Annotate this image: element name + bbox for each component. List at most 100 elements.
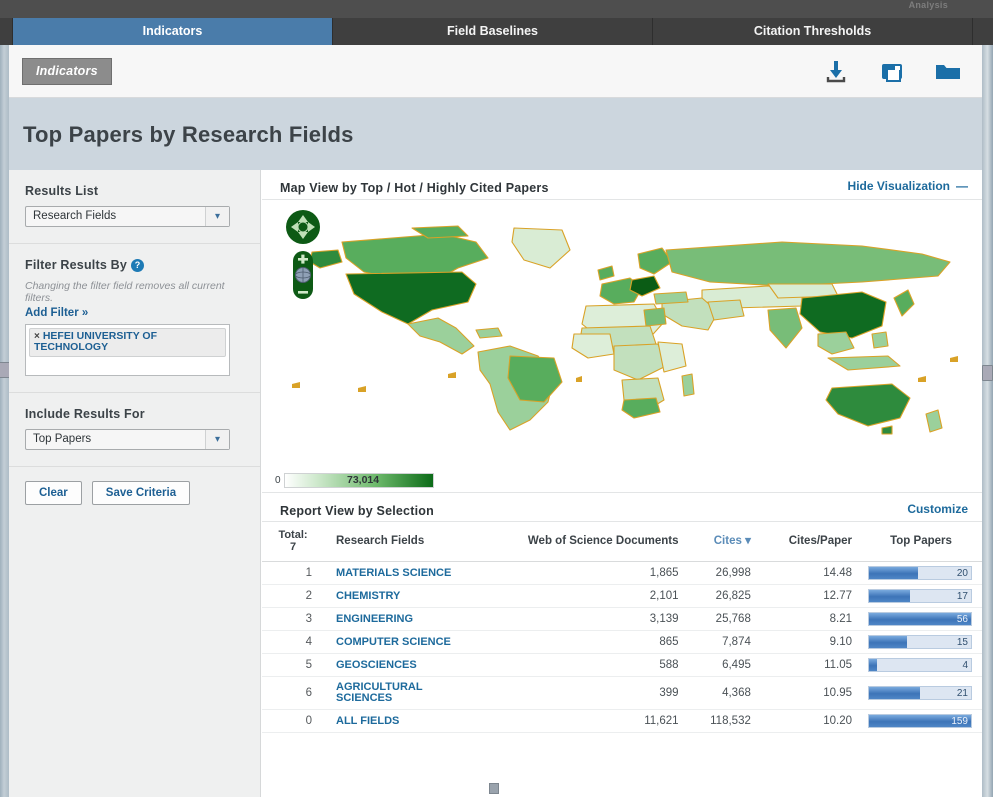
top-papers-value: 20 (957, 567, 968, 581)
world-map-visualization[interactable]: 0 73,014 (262, 200, 982, 492)
include-results-select[interactable]: Top Papers ▾ (25, 429, 230, 450)
top-papers-bar: 159 (868, 714, 972, 728)
row-rank: 5 (262, 654, 324, 677)
clear-button[interactable]: Clear (25, 481, 82, 505)
row-documents: 3,139 (474, 608, 687, 631)
row-cites-per-paper: 12.77 (759, 585, 860, 608)
left-scroll-rail[interactable] (0, 0, 9, 797)
column-research-fields[interactable]: Research Fields (324, 522, 474, 562)
top-papers-bar: 15 (868, 635, 972, 649)
collapse-dash-icon: — (956, 179, 968, 193)
bottom-scroll-marker[interactable] (489, 783, 499, 794)
results-list-select[interactable]: Research Fields ▾ (25, 206, 230, 227)
save-criteria-button[interactable]: Save Criteria (92, 481, 190, 505)
table-row[interactable]: 3ENGINEERING3,13925,7688.2156 (262, 608, 982, 631)
row-research-field[interactable]: ENGINEERING (324, 608, 474, 631)
breadcrumb-indicators[interactable]: Indicators (22, 58, 112, 85)
row-top-papers: 159 (860, 710, 982, 733)
toolbar-actions (820, 55, 964, 87)
row-rank: 3 (262, 608, 324, 631)
add-filter-link[interactable]: Add Filter » (25, 307, 244, 319)
help-icon[interactable]: ? (131, 259, 144, 272)
report-section-header: Report View by Selection Customize (262, 492, 982, 522)
row-research-field[interactable]: MATERIALS SCIENCE (324, 562, 474, 585)
table-row[interactable]: 0ALL FIELDS11,621118,53210.20159 (262, 710, 982, 733)
table-row[interactable]: 2CHEMISTRY2,10126,82512.7717 (262, 585, 982, 608)
row-documents: 11,621 (474, 710, 687, 733)
tab-citation-thresholds[interactable]: Citation Thresholds (653, 18, 973, 45)
pan-control-icon (286, 210, 320, 244)
filter-chip[interactable]: ×HEFEI UNIVERSITY OF TECHNOLOGY (29, 328, 226, 357)
world-map-svg[interactable] (262, 206, 982, 456)
row-rank: 1 (262, 562, 324, 585)
row-cites-per-paper: 9.10 (759, 631, 860, 654)
column-cites-per-paper[interactable]: Cites/Paper (759, 522, 860, 562)
tab-bar-left-spacer (0, 18, 13, 45)
filter-results-heading-text: Filter Results By (25, 258, 127, 272)
download-button[interactable] (820, 55, 852, 87)
filter-hint-text: Changing the filter field removes all cu… (25, 280, 244, 304)
add-to-folder-icon (933, 57, 963, 85)
map-legend: 0 73,014 (275, 473, 434, 488)
legend-min-value: 0 (275, 475, 281, 486)
hide-visualization-label: Hide Visualization (848, 179, 950, 193)
breadcrumb-toolbar-row: Indicators (9, 45, 982, 98)
download-icon (822, 57, 850, 85)
report-table-head: Total: 7 Research Fields Web of Science … (262, 522, 982, 562)
map-nav-svg[interactable] (283, 207, 323, 303)
row-rank: 2 (262, 585, 324, 608)
column-cites-label: Cites (714, 535, 742, 547)
top-strip-partial-label: Analysis (909, 0, 948, 10)
tab-field-baselines[interactable]: Field Baselines (333, 18, 653, 45)
row-research-field[interactable]: COMPUTER SCIENCE (324, 631, 474, 654)
sort-descending-icon: ▾ (745, 535, 751, 547)
row-top-papers: 20 (860, 562, 982, 585)
right-scroll-rail[interactable] (982, 0, 993, 797)
filter-results-heading: Filter Results By? (25, 258, 244, 272)
table-header-row: Total: 7 Research Fields Web of Science … (262, 522, 982, 562)
right-rail-handle[interactable] (982, 365, 993, 381)
top-papers-bar-fill (869, 567, 918, 579)
main-tab-bar: Indicators Field Baselines Citation Thre… (0, 18, 993, 45)
top-papers-bar-fill (869, 590, 910, 602)
total-count-header: Total: 7 (262, 522, 324, 562)
customize-link[interactable]: Customize (907, 502, 968, 516)
row-cites-per-paper: 11.05 (759, 654, 860, 677)
row-top-papers: 15 (860, 631, 982, 654)
map-navigation-controls[interactable] (283, 207, 323, 308)
column-documents[interactable]: Web of Science Documents (474, 522, 687, 562)
table-row[interactable]: 1MATERIALS SCIENCE1,86526,99814.4820 (262, 562, 982, 585)
application-window: Analysis Indicators Field Baselines Cita… (0, 0, 993, 797)
column-top-papers[interactable]: Top Papers (860, 522, 982, 562)
filter-results-panel: Filter Results By? Changing the filter f… (9, 244, 260, 393)
row-top-papers: 4 (860, 654, 982, 677)
column-cites[interactable]: Cites ▾ (687, 522, 759, 562)
row-research-field[interactable]: ALL FIELDS (324, 710, 474, 733)
row-rank: 4 (262, 631, 324, 654)
table-row[interactable]: 6AGRICULTURAL SCIENCES3994,36810.9521 (262, 677, 982, 710)
row-research-field[interactable]: CHEMISTRY (324, 585, 474, 608)
row-cites-per-paper: 8.21 (759, 608, 860, 631)
include-results-heading: Include Results For (25, 407, 244, 421)
row-cites: 4,368 (687, 677, 759, 710)
table-row[interactable]: 4COMPUTER SCIENCE8657,8749.1015 (262, 631, 982, 654)
row-research-field[interactable]: AGRICULTURAL SCIENCES (324, 677, 474, 710)
row-documents: 2,101 (474, 585, 687, 608)
top-papers-bar: 21 (868, 686, 972, 700)
tab-indicators[interactable]: Indicators (13, 18, 333, 45)
table-row[interactable]: 5GEOSCIENCES5886,49511.054 (262, 654, 982, 677)
legend-max-value: 73,014 (347, 474, 379, 486)
filter-chip-label: HEFEI UNIVERSITY OF TECHNOLOGY (34, 330, 157, 353)
add-to-folder-button[interactable] (932, 55, 964, 87)
active-filters-box[interactable]: ×HEFEI UNIVERSITY OF TECHNOLOGY (25, 324, 230, 376)
top-papers-value: 15 (957, 636, 968, 650)
main-content: Results List Research Fields ▾ Filter Re… (9, 170, 982, 790)
hide-visualization-link[interactable]: Hide Visualization — (848, 179, 968, 193)
top-strip: Analysis (0, 0, 993, 18)
row-research-field[interactable]: GEOSCIENCES (324, 654, 474, 677)
print-button[interactable] (876, 55, 908, 87)
row-top-papers: 21 (860, 677, 982, 710)
results-list-panel: Results List Research Fields ▾ (9, 170, 260, 244)
top-papers-bar: 20 (868, 566, 972, 580)
row-documents: 1,865 (474, 562, 687, 585)
